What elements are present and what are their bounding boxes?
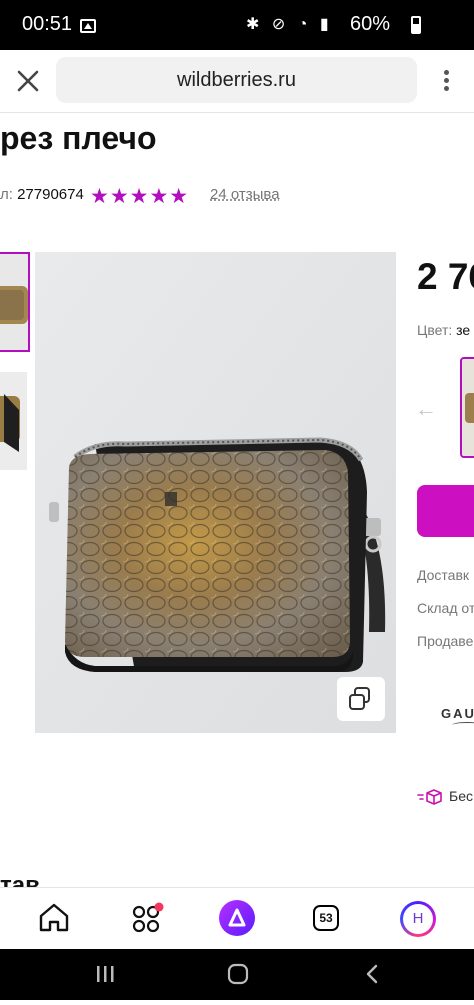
copy-icon xyxy=(349,687,370,710)
product-main-image[interactable] xyxy=(35,252,396,733)
nav-profile[interactable]: Н xyxy=(389,888,449,950)
product-title: рез плечо xyxy=(0,120,157,156)
url-bar[interactable]: wildberries.ru xyxy=(56,57,417,103)
similar-items-button[interactable] xyxy=(337,677,385,721)
status-icons: ✱ ⊘ ◔ ▮ xyxy=(246,16,333,33)
status-time: 00:51 xyxy=(22,13,73,35)
back-icon[interactable] xyxy=(366,964,378,984)
gallery-icon xyxy=(80,19,96,33)
rating-stars: ★★★★★ xyxy=(90,185,190,208)
article-value: 27790674 xyxy=(17,186,84,203)
battery-percent: 60% xyxy=(350,13,391,35)
reviews-link[interactable]: 24 отзыва xyxy=(210,186,280,203)
home-icon xyxy=(39,903,69,932)
battery-icon xyxy=(411,16,421,34)
color-label: Цвет: зе xyxy=(417,322,470,338)
warehouse-label: Склад от xyxy=(417,600,474,616)
more-vert-icon[interactable] xyxy=(436,67,456,95)
seller-label: Продаве xyxy=(417,633,474,649)
nav-catalog[interactable] xyxy=(116,888,176,950)
profile-initial: Н xyxy=(403,904,433,934)
close-icon[interactable] xyxy=(14,67,42,95)
gallery-thumbnail-2[interactable] xyxy=(0,372,27,470)
system-navigation-bar xyxy=(0,949,474,1000)
delivery-label: Доставк xyxy=(417,567,470,583)
cart-icon: 53 xyxy=(313,905,339,931)
add-to-cart-button[interactable] xyxy=(417,485,474,537)
gallery-thumbnail-1[interactable] xyxy=(0,252,30,352)
seller-logo-swoosh xyxy=(452,722,474,728)
bottom-navigation: 53 Н xyxy=(0,887,474,950)
nav-home[interactable] xyxy=(24,888,84,950)
article-label: л: xyxy=(0,186,13,203)
box-icon xyxy=(417,789,442,806)
color-variant-swatch[interactable] xyxy=(460,357,474,458)
profile-icon: Н xyxy=(400,901,436,937)
article-number: л: 27790674 xyxy=(0,186,84,203)
arrow-left-icon[interactable]: ← xyxy=(415,396,437,422)
home-system-icon[interactable] xyxy=(227,963,249,985)
catalog-icon xyxy=(132,902,164,933)
alice-icon xyxy=(219,900,255,936)
seller-logo[interactable]: GAU xyxy=(441,706,474,721)
browser-toolbar: wildberries.ru xyxy=(0,50,474,113)
free-label: Бес xyxy=(449,788,473,804)
recents-icon[interactable] xyxy=(97,966,114,982)
nav-alice[interactable] xyxy=(207,888,267,950)
free-delivery-row: Бес xyxy=(417,788,473,806)
status-bar: 00:51 ✱ ⊘ ◔ ▮ 60% xyxy=(0,0,474,50)
product-price: 2 76 xyxy=(417,256,474,297)
nav-cart[interactable]: 53 xyxy=(296,888,356,950)
color-label-text: Цвет: xyxy=(417,322,453,338)
color-value: зе xyxy=(456,322,471,338)
